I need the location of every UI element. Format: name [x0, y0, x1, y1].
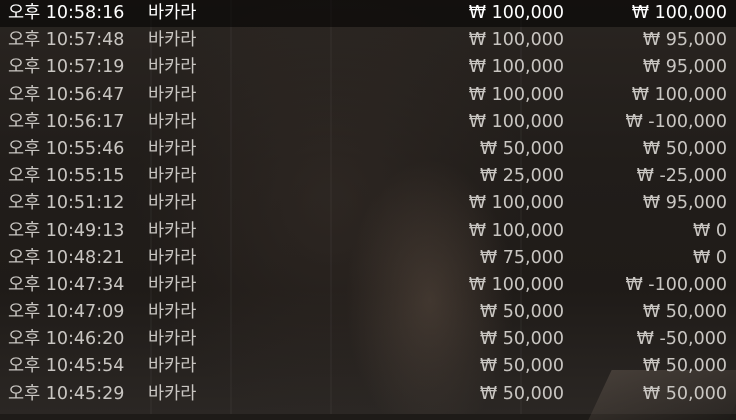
- row-result: ₩ 95,000: [642, 193, 727, 214]
- history-row[interactable]: 오후 10:45:54 바카라 ₩ 50,000 ₩ 50,000: [0, 353, 736, 380]
- row-bet: ₩ 100,000: [468, 57, 564, 78]
- row-result: ₩ 0: [692, 247, 727, 268]
- row-bet: ₩ 100,000: [468, 30, 564, 51]
- row-result: ₩ 95,000: [642, 30, 727, 51]
- row-game: 바카라: [148, 274, 197, 295]
- row-result: ₩ 0: [692, 220, 727, 241]
- history-row[interactable]: 오후 10:47:09 바카라 ₩ 50,000 ₩ 50,000: [0, 299, 736, 326]
- row-game: 바카라: [148, 220, 197, 241]
- row-game: 바카라: [148, 166, 197, 187]
- row-bet: ₩ 50,000: [479, 302, 564, 323]
- row-time: 오후 10:45:29: [8, 383, 125, 404]
- row-bet: ₩ 25,000: [479, 166, 564, 187]
- row-result: ₩ -25,000: [636, 166, 727, 187]
- row-bet: ₩ 50,000: [479, 356, 564, 377]
- row-time: 오후 10:45:54: [8, 356, 125, 377]
- history-row[interactable]: 오후 10:49:13 바카라 ₩ 100,000 ₩ 0: [0, 218, 736, 245]
- row-result: ₩ 50,000: [642, 383, 727, 404]
- row-result: ₩ 100,000: [631, 84, 727, 105]
- row-time: 오후 10:49:13: [8, 220, 125, 241]
- row-time: 오후 10:57:19: [8, 57, 125, 78]
- row-game: 바카라: [148, 383, 197, 404]
- row-result: ₩ -50,000: [636, 329, 727, 350]
- history-row[interactable]: 오후 10:48:21 바카라 ₩ 75,000 ₩ 0: [0, 245, 736, 272]
- row-time: 오후 10:57:48: [8, 30, 125, 51]
- row-result: ₩ 50,000: [642, 138, 727, 159]
- row-result: ₩ 50,000: [642, 356, 727, 377]
- row-bet: ₩ 50,000: [479, 138, 564, 159]
- row-time: 오후 10:47:09: [8, 302, 125, 323]
- row-time: 오후 10:46:20: [8, 329, 125, 350]
- row-game: 바카라: [148, 138, 197, 159]
- row-bet: ₩ 50,000: [479, 383, 564, 404]
- history-row[interactable]: 오후 10:56:47 바카라 ₩ 100,000 ₩ 100,000: [0, 82, 736, 109]
- row-time: 오후 10:56:17: [8, 111, 125, 132]
- row-time: 오후 10:58:16: [8, 3, 125, 23]
- row-bet: ₩ 100,000: [468, 220, 564, 241]
- row-game: 바카라: [148, 329, 197, 350]
- row-game: 바카라: [148, 356, 197, 377]
- row-bet: ₩ 100,000: [468, 3, 564, 23]
- row-result: ₩ -100,000: [625, 111, 727, 132]
- history-row[interactable]: 오후 10:57:48 바카라 ₩ 100,000 ₩ 95,000: [0, 27, 736, 54]
- row-bet: ₩ 100,000: [468, 274, 564, 295]
- row-time: 오후 10:55:15: [8, 166, 125, 187]
- row-bet: ₩ 100,000: [468, 111, 564, 132]
- row-game: 바카라: [148, 247, 197, 268]
- row-bet: ₩ 50,000: [479, 329, 564, 350]
- history-row[interactable]: 오후 10:55:46 바카라 ₩ 50,000 ₩ 50,000: [0, 136, 736, 163]
- bet-history-table: 오후 10:58:16 바카라 ₩ 100,000 ₩ 100,000 오후 1…: [0, 0, 736, 408]
- row-result: ₩ 50,000: [642, 302, 727, 323]
- row-game: 바카라: [148, 30, 197, 51]
- history-row[interactable]: 오후 10:46:20 바카라 ₩ 50,000 ₩ -50,000: [0, 326, 736, 353]
- row-time: 오후 10:51:12: [8, 193, 125, 214]
- history-row[interactable]: 오후 10:45:29 바카라 ₩ 50,000 ₩ 50,000: [0, 381, 736, 408]
- row-bet: ₩ 100,000: [468, 84, 564, 105]
- row-bet: ₩ 100,000: [468, 193, 564, 214]
- row-time: 오후 10:47:34: [8, 274, 125, 295]
- row-result: ₩ -100,000: [625, 274, 727, 295]
- history-row[interactable]: 오후 10:55:15 바카라 ₩ 25,000 ₩ -25,000: [0, 163, 736, 190]
- row-game: 바카라: [148, 3, 197, 23]
- row-game: 바카라: [148, 84, 197, 105]
- row-game: 바카라: [148, 193, 197, 214]
- history-row[interactable]: 오후 10:56:17 바카라 ₩ 100,000 ₩ -100,000: [0, 109, 736, 136]
- row-bet: ₩ 75,000: [479, 247, 564, 268]
- row-result: ₩ 95,000: [642, 57, 727, 78]
- history-row[interactable]: 오후 10:58:16 바카라 ₩ 100,000 ₩ 100,000: [0, 0, 736, 28]
- row-game: 바카라: [148, 302, 197, 323]
- row-result: ₩ 100,000: [631, 3, 727, 23]
- row-game: 바카라: [148, 57, 197, 78]
- row-game: 바카라: [148, 111, 197, 132]
- history-row[interactable]: 오후 10:47:34 바카라 ₩ 100,000 ₩ -100,000: [0, 272, 736, 299]
- history-row[interactable]: 오후 10:51:12 바카라 ₩ 100,000 ₩ 95,000: [0, 190, 736, 217]
- row-time: 오후 10:56:47: [8, 84, 125, 105]
- row-time: 오후 10:55:46: [8, 138, 125, 159]
- row-time: 오후 10:48:21: [8, 247, 125, 268]
- history-row[interactable]: 오후 10:57:19 바카라 ₩ 100,000 ₩ 95,000: [0, 54, 736, 81]
